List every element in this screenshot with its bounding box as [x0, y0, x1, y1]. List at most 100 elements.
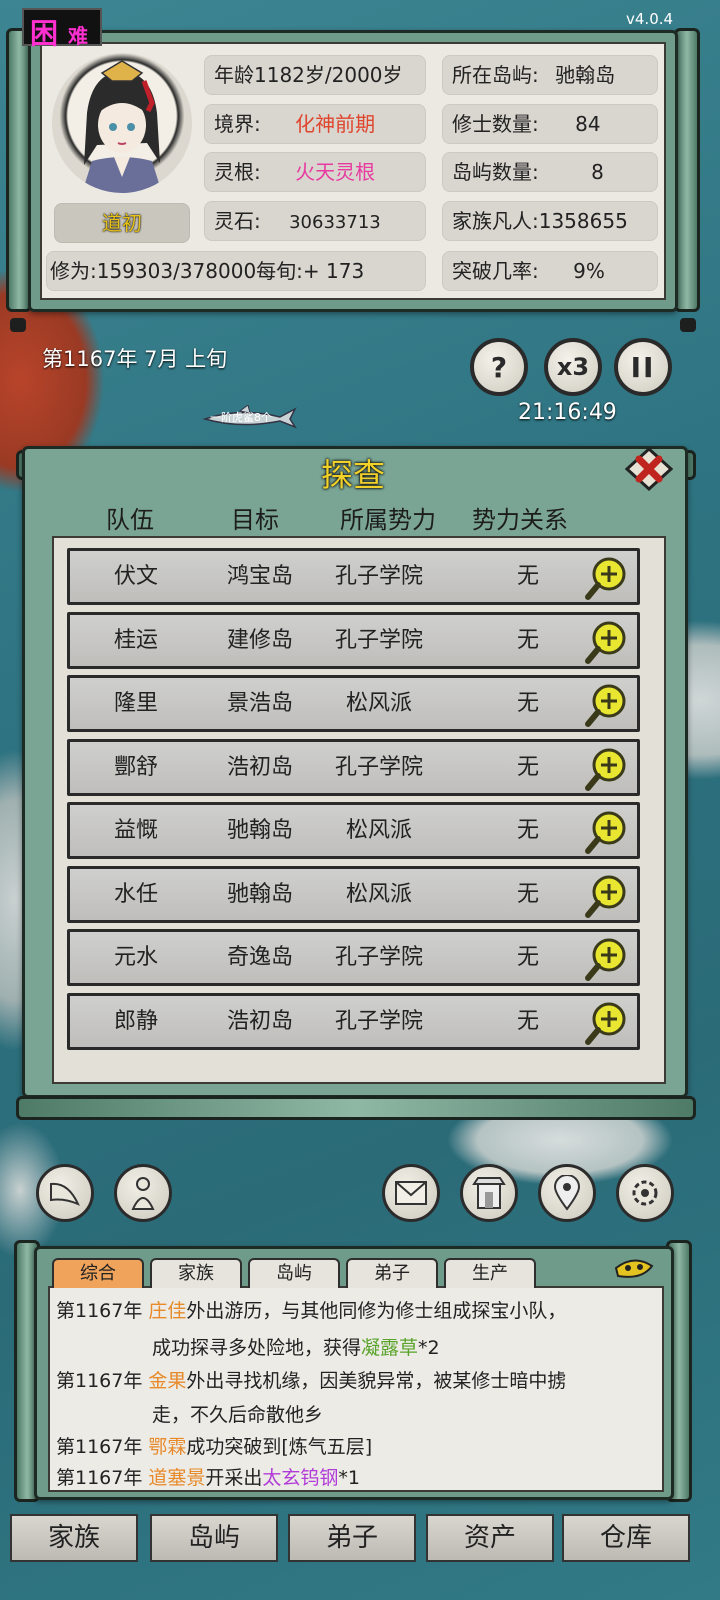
version-label: v4.0.4 — [626, 10, 674, 28]
mortals-field: 家族凡人:1358655 — [442, 201, 658, 241]
explore-team: 元水 — [113, 945, 158, 970]
help-button[interactable]: ? — [470, 338, 528, 396]
explore-row[interactable]: 酆舒 浩初岛 孔子学院 无 — [67, 738, 640, 796]
cultivators-field: 修士数量: 84 — [442, 104, 658, 144]
log-item: 太玄钨钢 — [262, 1467, 339, 1489]
column-team: 队伍 — [106, 506, 154, 534]
log-entry: 第1167年 庄佳外出游历，与其他同修为修士组成探宝小队， — [56, 1296, 566, 1323]
log-year: 第1167年 — [56, 1300, 143, 1322]
inspect-button[interactable] — [583, 745, 631, 793]
realm-field: 境界: 化神前期 — [204, 104, 426, 144]
nav-warehouse[interactable]: 仓库 — [562, 1514, 690, 1562]
pause-button[interactable]: II — [614, 338, 672, 396]
log-item: 凝露草 — [361, 1337, 419, 1359]
inspect-button[interactable] — [583, 554, 631, 602]
explore-team: 益慨 — [113, 818, 158, 843]
mail-button[interactable] — [382, 1164, 440, 1222]
mask-icon — [614, 1259, 654, 1278]
gate-icon — [472, 1177, 506, 1209]
explore-row[interactable]: 水任 驰翰岛 松风派 无 — [67, 865, 640, 923]
horn-button[interactable] — [36, 1164, 94, 1222]
explore-row[interactable]: 伏文 鸿宝岛 孔子学院 无 — [67, 548, 640, 605]
explore-relation: 无 — [516, 1008, 539, 1034]
nav-family[interactable]: 家族 — [10, 1514, 138, 1562]
inspect-button[interactable] — [583, 872, 631, 920]
islands-value: 8 — [591, 160, 604, 184]
tab-islands[interactable]: 岛屿 — [248, 1258, 340, 1288]
spirit-root-label: 灵根: — [214, 160, 261, 184]
map-label: 一阶虎鲨8个 — [210, 411, 272, 424]
log-entry: 第1167年 道塞景开采出太玄钨钢*1 — [56, 1463, 360, 1490]
location-button[interactable] — [538, 1164, 596, 1222]
figure-button[interactable] — [114, 1164, 172, 1222]
character-name-plate[interactable]: 道初 — [54, 203, 190, 243]
explore-relation: 无 — [516, 691, 539, 716]
close-icon — [624, 446, 674, 492]
explore-relation: 无 — [516, 945, 539, 970]
log-name: 庄佳 — [148, 1300, 187, 1322]
explore-row[interactable]: 益慨 驰翰岛 松风派 无 — [67, 802, 640, 859]
log-toggle-button[interactable] — [612, 1252, 656, 1282]
explore-title: 探查 — [320, 456, 385, 494]
log-entry: 第1167年 金果外出寻找机缘，因美貌异常，被某修士暗中掳 — [56, 1366, 566, 1393]
magnifier-plus-icon — [585, 1002, 626, 1045]
log-year: 第1167年 — [56, 1436, 143, 1458]
log-entry: 成功探寻多处险地，获得凝露草*2 — [152, 1333, 440, 1360]
spirit-root-field: 灵根: 火天灵根 — [204, 152, 426, 192]
spirit-stones-label: 灵石: — [214, 209, 261, 233]
person-icon — [131, 1177, 155, 1210]
explore-target: 驰翰岛 — [226, 818, 293, 843]
age-field: 年龄1182岁/2000岁 — [204, 55, 426, 95]
tab-family[interactable]: 家族 — [150, 1258, 242, 1288]
inspect-button[interactable] — [583, 999, 631, 1047]
close-button[interactable] — [624, 446, 674, 492]
explore-faction: 孔子学院 — [334, 754, 423, 780]
log-year: 第1167年 — [56, 1467, 143, 1489]
realm-value: 化神前期 — [295, 112, 376, 136]
log-name: 道塞景 — [148, 1467, 206, 1489]
explore-relation: 无 — [516, 754, 539, 780]
location-pin-icon — [553, 1175, 581, 1211]
map-sea-monster[interactable]: 一阶虎鲨8个 — [200, 404, 300, 431]
log-entry: 第1167年 鄂霖成功突破到[炼气五层] — [56, 1432, 372, 1459]
magnifier-plus-icon — [585, 748, 626, 791]
gate-button[interactable] — [460, 1164, 518, 1222]
inspect-button[interactable] — [583, 681, 631, 729]
explore-faction: 松风派 — [345, 881, 412, 907]
explore-row[interactable]: 隆里 景浩岛 松风派 无 — [67, 675, 640, 732]
explore-target: 驰翰岛 — [226, 881, 293, 907]
cultivation-value: 修为:159303/378000每旬:+ 173 — [50, 259, 365, 283]
tab-disciples[interactable]: 弟子 — [346, 1258, 438, 1288]
breakthrough-value: 9% — [573, 259, 605, 283]
tab-production[interactable]: 生产 — [444, 1258, 536, 1288]
speed-icon: x3 — [556, 353, 590, 381]
spirit-stones-value: 30633713 — [289, 212, 381, 233]
nav-disciples[interactable]: 弟子 — [288, 1514, 416, 1562]
inspect-button[interactable] — [583, 935, 631, 983]
islands-field: 岛屿数量: 8 — [442, 152, 658, 192]
game-clock: 21:16:49 — [518, 400, 617, 425]
settings-button[interactable] — [616, 1164, 674, 1222]
cultivators-value: 84 — [575, 112, 601, 136]
nav-assets[interactable]: 资产 — [426, 1514, 554, 1562]
character-avatar[interactable] — [52, 53, 192, 193]
log-year: 第1167年 — [56, 1370, 143, 1392]
log-entry: 走，不久后命散他乡 — [152, 1400, 323, 1427]
explore-target: 浩初岛 — [226, 754, 293, 780]
magnifier-plus-icon — [585, 621, 626, 664]
log-name: 金果 — [148, 1370, 187, 1392]
inspect-button[interactable] — [583, 808, 631, 856]
explore-row[interactable]: 桂运 建修岛 孔子学院 无 — [67, 611, 640, 669]
inspect-button[interactable] — [583, 618, 631, 666]
tab-general[interactable]: 综合 — [52, 1258, 144, 1288]
explore-row[interactable]: 郎静 浩初岛 孔子学院 无 — [67, 992, 640, 1050]
explore-roller-bottom — [16, 1096, 696, 1120]
explore-team: 伏文 — [113, 564, 158, 589]
explore-row[interactable]: 元水 奇逸岛 孔子学院 无 — [67, 929, 640, 986]
nav-islands[interactable]: 岛屿 — [150, 1514, 278, 1562]
mortals-value: 家族凡人:1358655 — [452, 209, 628, 233]
speed-button[interactable]: x3 — [544, 338, 602, 396]
pause-icon: II — [630, 350, 656, 384]
explore-target: 浩初岛 — [226, 1008, 293, 1034]
explore-team: 隆里 — [113, 691, 158, 716]
